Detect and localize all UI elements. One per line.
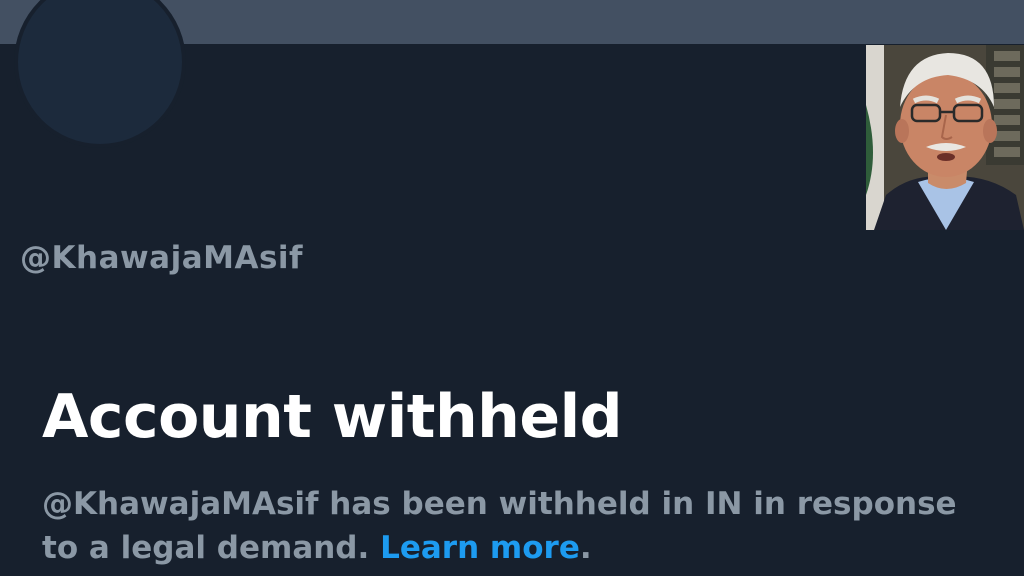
withheld-message-line2: to a legal demand. <box>42 530 381 566</box>
message-trailing-period: . <box>579 530 592 566</box>
profile-avatar[interactable] <box>18 0 182 144</box>
profile-handle: @KhawajaMAsif <box>20 240 304 276</box>
learn-more-link[interactable]: Learn more <box>380 530 580 566</box>
profile-page: @KhawajaMAsif Account withheld @KhawajaM… <box>0 0 1024 576</box>
account-withheld-title: Account withheld <box>42 382 623 452</box>
withheld-message-line1: @KhawajaMAsif has been withheld in IN in… <box>42 486 957 522</box>
inset-person-photo <box>866 45 1024 230</box>
withheld-message: @KhawajaMAsif has been withheld in IN in… <box>42 482 1002 570</box>
